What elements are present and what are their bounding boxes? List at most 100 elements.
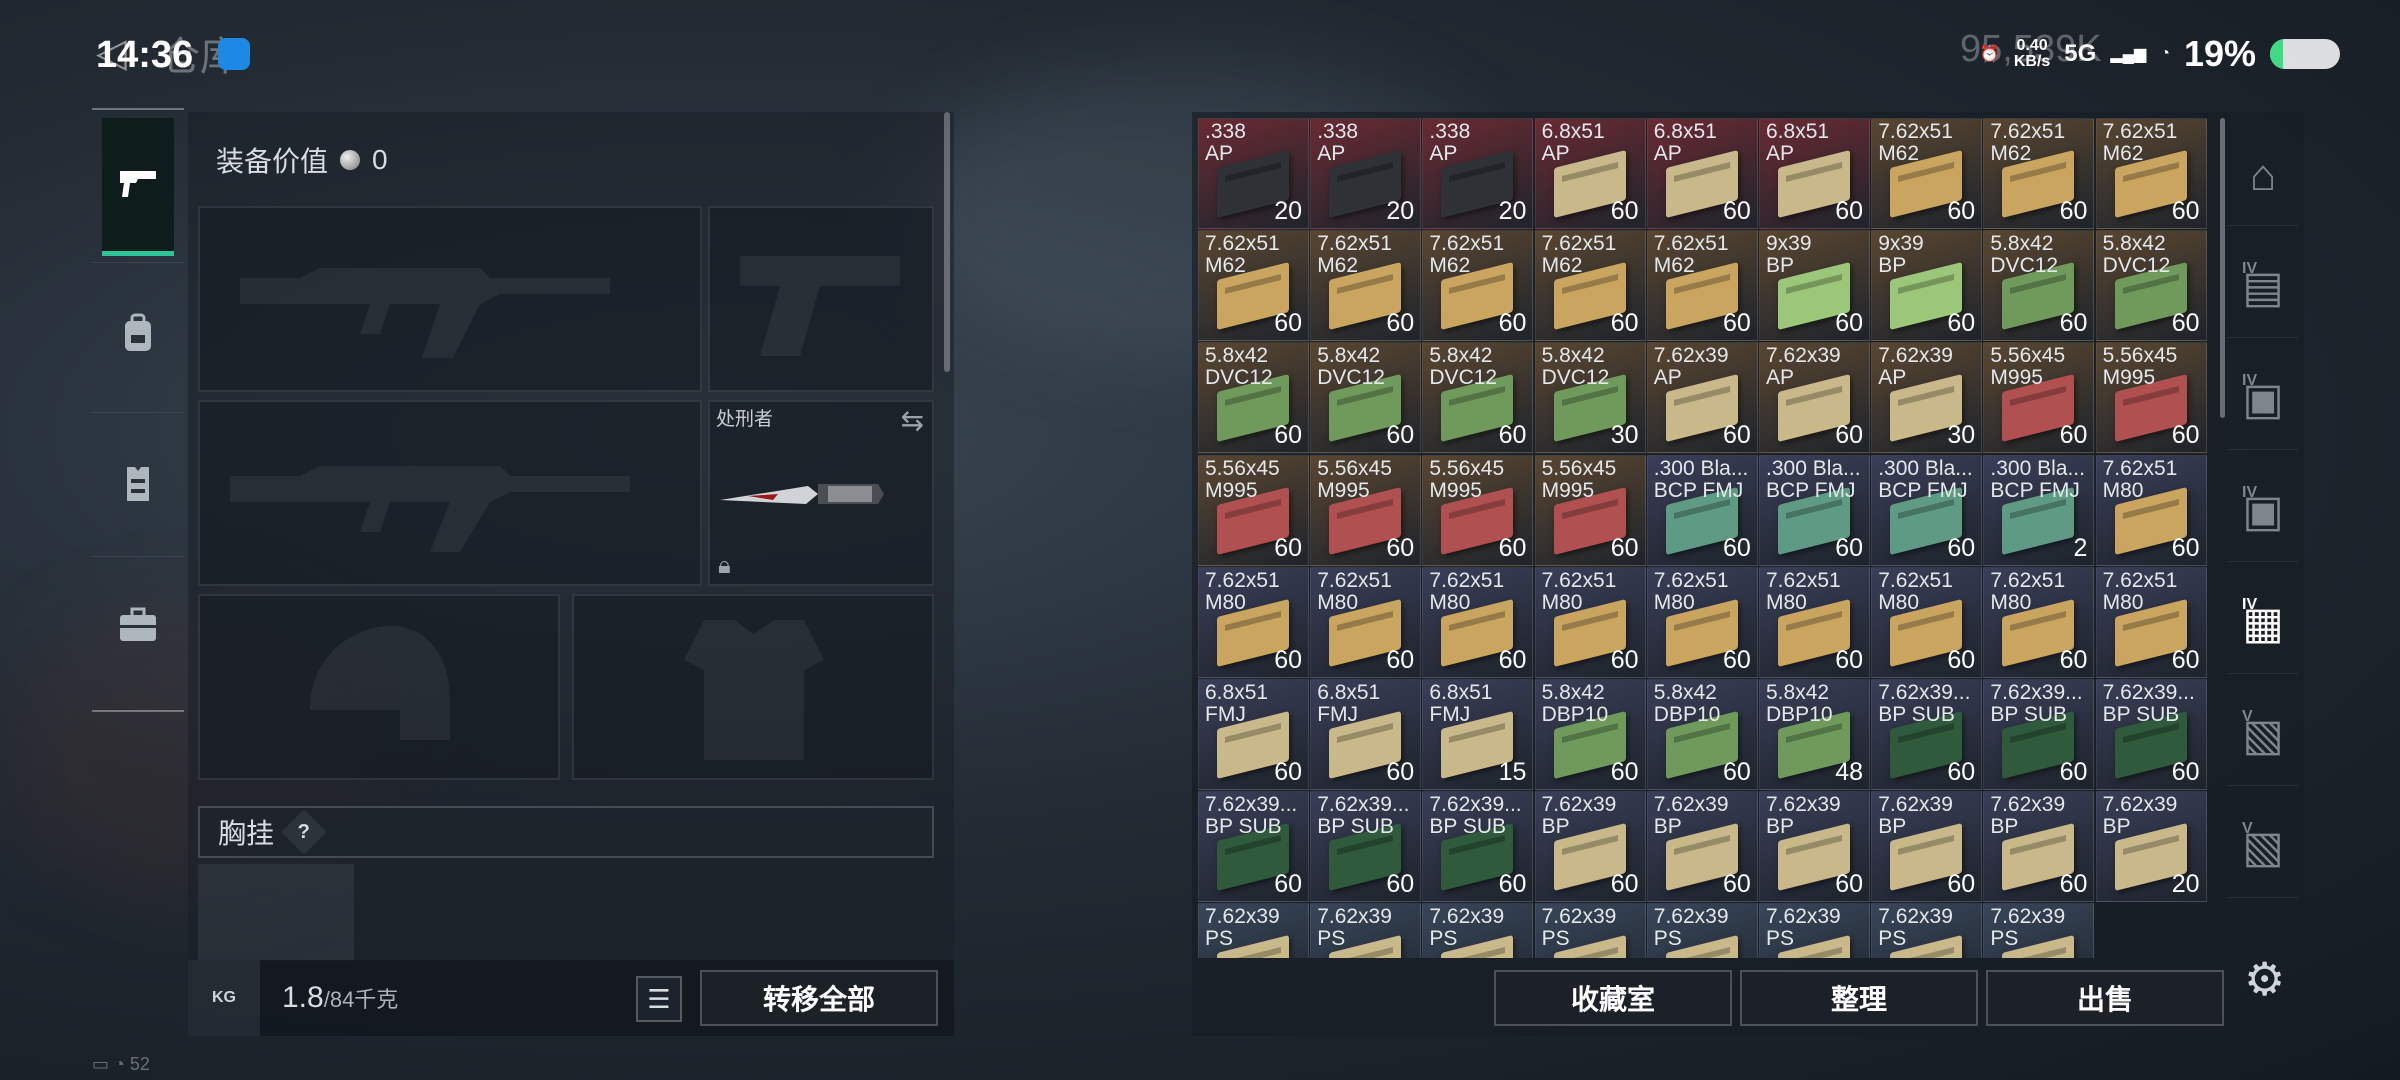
stash-item[interactable]: .300 Bla... BCP FMJ 60 [1871,454,1983,566]
stash-item[interactable]: 5.8x42 DBP10 60 [1646,679,1758,790]
stash-item[interactable]: 7.62x51 M80 60 [1646,566,1758,678]
stash-item[interactable]: 7.62x51 M62 60 [1646,230,1758,342]
stash-tab[interactable]: ▤ IV [2228,238,2298,338]
stash-item[interactable]: 7.62x51 M80 60 [2095,454,2207,566]
swap-icon[interactable]: ⇆ [901,404,924,437]
stash-item[interactable]: 7.62x39 PS [1198,903,1309,958]
stash-item[interactable]: 7.62x51 M62 60 [1422,230,1534,342]
stash-item[interactable]: 5.56x45 M995 60 [1198,454,1309,566]
organize-button[interactable]: 整理 [1740,970,1978,1026]
stash-item[interactable]: .338 AP 20 [1422,118,1534,229]
collection-room-button[interactable]: 收藏室 [1494,970,1732,1026]
stash-item[interactable]: .300 Bla... BCP FMJ 2 [1983,454,2095,566]
stash-item[interactable]: 7.62x39 BP 20 [2095,791,2207,903]
stash-item[interactable]: 5.8x42 DVC12 60 [1422,342,1534,454]
helmet-slot[interactable] [198,594,560,780]
stash-item[interactable]: 7.62x39 PS [1871,903,1983,958]
stash-item[interactable]: 7.62x39... BP SUB 60 [1422,791,1534,903]
stash-item[interactable]: 6.8x51 FMJ 60 [1310,679,1422,790]
stash-item[interactable]: 6.8x51 FMJ 60 [1198,679,1309,790]
stash-item[interactable]: 6.8x51 AP 60 [1534,118,1646,229]
stash-item[interactable]: 7.62x39... BP SUB 60 [2095,679,2207,790]
stash-item[interactable]: 9x39 BP 60 [1871,230,1983,342]
armor-slot[interactable] [572,594,934,780]
stash-item[interactable]: 7.62x39 PS [1534,903,1646,958]
nav-weapons[interactable] [102,118,174,256]
stash-item[interactable]: 7.62x39 BP 60 [1646,791,1758,903]
stash-item[interactable]: 6.8x51 AP 60 [1646,118,1758,229]
sell-button[interactable]: 出售 [1986,970,2224,1026]
primary-weapon-slot[interactable] [198,206,702,392]
stash-item[interactable]: .338 AP 20 [1198,118,1309,229]
melee-slot[interactable]: 处刑者 ⇆ 🔒︎ [708,400,934,586]
settings-gear-icon[interactable]: ⚙ [2244,952,2285,1006]
stash-item[interactable]: 7.62x39 AP 60 [1759,342,1870,454]
stash-item[interactable]: 6.8x51 AP 60 [1759,118,1870,229]
stash-item[interactable]: 7.62x39... BP SUB 60 [1310,791,1422,903]
stash-item[interactable]: 7.62x51 M80 60 [1310,566,1422,678]
stash-item[interactable]: 7.62x51 M80 60 [1983,566,2095,678]
stash-item[interactable]: 7.62x51 M62 60 [1310,230,1422,342]
list-view-button[interactable]: ☰ [636,976,682,1022]
stash-item[interactable]: 5.56x45 M995 60 [1534,454,1646,566]
transfer-all-button[interactable]: 转移全部 [700,970,938,1026]
stash-item[interactable]: 7.62x39... BP SUB 60 [1983,679,2095,790]
stash-item[interactable]: 7.62x39 PS [1983,903,2095,958]
stash-item[interactable]: 7.62x39... BP SUB 60 [1871,679,1983,790]
stash-item[interactable]: 7.62x51 M80 60 [1534,566,1646,678]
help-icon[interactable]: ? [281,809,327,855]
stash-item[interactable]: 7.62x39 AP 30 [1871,342,1983,454]
stash-item[interactable]: .300 Bla... BCP FMJ 60 [1759,454,1870,566]
chest-rig-slot[interactable] [198,864,354,964]
stash-tab[interactable]: ▣ IV [2228,350,2298,450]
stash-item[interactable]: 7.62x51 M62 60 [2095,118,2207,229]
stash-tab[interactable]: ⌂ [2228,126,2298,226]
stash-item[interactable]: 7.62x51 M80 60 [1198,566,1309,678]
stash-item[interactable]: 7.62x51 M80 60 [2095,566,2207,678]
stash-tab[interactable]: ▣ IV [2228,462,2298,562]
stash-item[interactable]: 5.56x45 M995 60 [1422,454,1534,566]
stash-item[interactable]: 7.62x39 BP 60 [1983,791,2095,903]
stash-item[interactable]: 7.62x39 PS [1422,903,1534,958]
stash-item[interactable]: 5.8x42 DVC12 60 [1310,342,1422,454]
stash-item[interactable]: 5.8x42 DVC12 30 [1534,342,1646,454]
item-count: 60 [1835,533,1863,562]
stash-tab[interactable]: ▧ V [2228,798,2298,898]
stash-item[interactable]: 5.8x42 DVC12 60 [1198,342,1309,454]
stash-item[interactable]: 5.56x45 M995 60 [2095,342,2207,454]
stash-item[interactable]: 7.62x51 M62 60 [1983,118,2095,229]
stash-tab[interactable]: ▦ IV [2228,574,2298,674]
nav-backpack[interactable] [92,264,184,402]
stash-item[interactable]: 7.62x51 M80 60 [1759,566,1870,678]
stash-item[interactable]: 7.62x51 M62 60 [1871,118,1983,229]
equipment-scrollbar[interactable] [944,112,950,372]
stash-item[interactable]: 7.62x39... BP SUB 60 [1198,791,1309,903]
stash-item[interactable]: 5.8x42 DVC12 60 [2095,230,2207,342]
stash-item[interactable]: 7.62x39 PS [1759,903,1870,958]
secondary-weapon-slot[interactable] [708,206,934,392]
stash-item[interactable]: 7.62x39 AP 60 [1646,342,1758,454]
stash-item[interactable]: 7.62x51 M80 60 [1422,566,1534,678]
stash-item[interactable]: 5.8x42 DVC12 60 [1983,230,2095,342]
stash-item[interactable]: .300 Bla... BCP FMJ 60 [1646,454,1758,566]
stash-item[interactable]: 5.8x42 DBP10 60 [1534,679,1646,790]
stash-item[interactable]: 7.62x39 BP 60 [1871,791,1983,903]
tertiary-weapon-slot[interactable] [198,400,702,586]
stash-item[interactable]: 7.62x39 BP 60 [1534,791,1646,903]
stash-tab[interactable]: ▧ V [2228,686,2298,786]
item-count: 60 [2059,870,2088,899]
stash-item[interactable]: 9x39 BP 60 [1759,230,1870,342]
stash-item[interactable]: .338 AP 20 [1310,118,1422,229]
stash-item[interactable]: 5.56x45 M995 60 [1310,454,1422,566]
stash-item[interactable]: 5.56x45 M995 60 [1983,342,2095,454]
stash-item[interactable]: 7.62x39 PS [1646,903,1758,958]
stash-item[interactable]: 7.62x51 M80 60 [1871,566,1983,678]
stash-item[interactable]: 7.62x51 M62 60 [1198,230,1309,342]
stash-item[interactable]: 5.8x42 DBP10 48 [1759,679,1870,790]
stash-item[interactable]: 7.62x51 M62 60 [1534,230,1646,342]
stash-item[interactable]: 7.62x39 PS [1310,903,1422,958]
nav-case[interactable] [92,556,184,694]
stash-item[interactable]: 6.8x51 FMJ 15 [1422,679,1534,790]
nav-rig[interactable] [92,414,184,552]
stash-item[interactable]: 7.62x39 BP 60 [1759,791,1870,903]
